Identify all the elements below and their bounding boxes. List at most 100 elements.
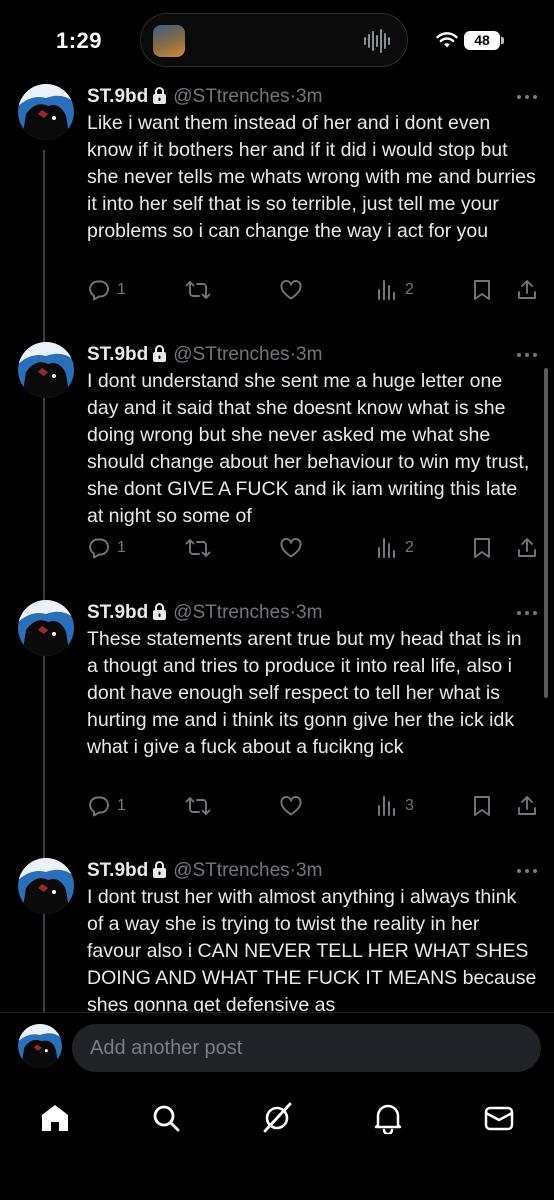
repost-icon bbox=[185, 281, 211, 299]
bookmark-button[interactable] bbox=[471, 534, 493, 562]
repost-icon bbox=[185, 539, 211, 557]
display-name[interactable]: ST.9bd bbox=[87, 860, 148, 881]
reply-button[interactable]: 1 bbox=[87, 792, 126, 820]
status-time: 1:29 bbox=[56, 28, 103, 53]
nav-home[interactable] bbox=[27, 1090, 83, 1146]
reply-icon bbox=[89, 796, 109, 817]
like-icon bbox=[280, 280, 302, 300]
views-button[interactable]: 2 bbox=[375, 534, 414, 562]
like-icon bbox=[280, 538, 302, 558]
grok-icon bbox=[263, 1102, 292, 1133]
avatar[interactable] bbox=[18, 84, 74, 140]
share-icon bbox=[518, 796, 536, 815]
reply-icon bbox=[89, 280, 109, 301]
post-header: ST.9bd @STtrenches·3m bbox=[87, 601, 322, 625]
repost-button[interactable] bbox=[185, 792, 211, 820]
scrollbar[interactable] bbox=[544, 368, 548, 698]
reply-button[interactable]: 1 bbox=[87, 276, 126, 304]
home-icon bbox=[42, 1105, 68, 1131]
views-button[interactable]: 2 bbox=[375, 276, 414, 304]
handle[interactable]: @STtrenches bbox=[173, 344, 289, 365]
nav-search[interactable] bbox=[138, 1090, 194, 1146]
display-name[interactable]: ST.9bd bbox=[87, 602, 148, 623]
handle[interactable]: @STtrenches bbox=[173, 86, 289, 107]
status-bar: 1:29 48 bbox=[0, 0, 554, 74]
share-button[interactable] bbox=[515, 534, 539, 562]
thread-post[interactable]: ST.9bd @STtrenches·3m Like i want them in… bbox=[0, 74, 554, 332]
repost-icon bbox=[185, 797, 211, 815]
post-text: I dont trust her with almost anything i … bbox=[87, 886, 537, 1016]
share-icon bbox=[518, 538, 536, 557]
wifi-icon bbox=[436, 32, 458, 48]
nav-notifications[interactable] bbox=[360, 1090, 416, 1146]
timestamp[interactable]: 3m bbox=[296, 860, 322, 881]
more-icon[interactable] bbox=[516, 868, 538, 874]
bottom-nav bbox=[0, 1090, 554, 1150]
reply-icon bbox=[89, 538, 109, 559]
views-count: 2 bbox=[405, 281, 414, 298]
views-icon bbox=[378, 796, 395, 816]
repost-button[interactable] bbox=[185, 276, 211, 304]
post-header: ST.9bd @STtrenches·3m bbox=[87, 343, 322, 367]
lock-icon bbox=[153, 345, 167, 362]
post-actions: 1 2 bbox=[87, 276, 547, 304]
timestamp[interactable]: 3m bbox=[296, 602, 322, 623]
like-icon bbox=[280, 796, 302, 816]
avatar[interactable] bbox=[18, 342, 74, 398]
views-icon bbox=[378, 280, 395, 300]
like-button[interactable] bbox=[279, 792, 303, 820]
post-actions: 1 3 bbox=[87, 792, 547, 820]
lock-icon bbox=[153, 87, 167, 104]
repost-button[interactable] bbox=[185, 534, 211, 562]
views-button[interactable]: 3 bbox=[375, 792, 414, 820]
timestamp[interactable]: 3m bbox=[296, 86, 322, 107]
views-count: 3 bbox=[405, 797, 414, 814]
like-button[interactable] bbox=[279, 276, 303, 304]
dynamic-island[interactable] bbox=[140, 13, 408, 67]
search-icon bbox=[153, 1105, 180, 1132]
now-playing-thumbnail-icon bbox=[153, 25, 185, 57]
lock-icon bbox=[153, 861, 167, 878]
bookmark-button[interactable] bbox=[471, 792, 493, 820]
divider bbox=[0, 1012, 554, 1013]
notifications-icon bbox=[374, 1104, 402, 1134]
more-icon[interactable] bbox=[516, 94, 538, 100]
views-count: 2 bbox=[405, 539, 414, 556]
avatar[interactable] bbox=[18, 858, 74, 914]
share-button[interactable] bbox=[515, 276, 539, 304]
display-name[interactable]: ST.9bd bbox=[87, 86, 148, 107]
like-button[interactable] bbox=[279, 534, 303, 562]
nav-messages[interactable] bbox=[471, 1090, 527, 1146]
thread-post[interactable]: ST.9bd @STtrenches·3m I dont understand s… bbox=[0, 332, 554, 590]
lock-icon bbox=[153, 603, 167, 620]
messages-icon bbox=[484, 1106, 514, 1131]
timestamp[interactable]: 3m bbox=[296, 344, 322, 365]
reply-count: 1 bbox=[117, 539, 126, 556]
avatar[interactable] bbox=[18, 600, 74, 656]
nav-grok[interactable] bbox=[249, 1090, 305, 1146]
bookmark-icon bbox=[474, 280, 490, 300]
reply-count: 1 bbox=[117, 281, 126, 298]
more-icon[interactable] bbox=[516, 352, 538, 358]
thread-post[interactable]: ST.9bd @STtrenches·3m These statements ar… bbox=[0, 590, 554, 848]
battery-nub bbox=[501, 37, 504, 44]
share-button[interactable] bbox=[515, 792, 539, 820]
audio-waveform-icon bbox=[364, 29, 390, 53]
post-text: I dont understand she sent me a huge let… bbox=[87, 370, 530, 527]
display-name[interactable]: ST.9bd bbox=[87, 344, 148, 365]
handle[interactable]: @STtrenches bbox=[173, 602, 289, 623]
post-header: ST.9bd @STtrenches·3m bbox=[87, 859, 322, 883]
views-icon bbox=[378, 538, 395, 558]
bookmark-button[interactable] bbox=[471, 276, 493, 304]
post-actions: 1 2 bbox=[87, 534, 547, 562]
battery-icon: 48 bbox=[464, 31, 500, 50]
post-text: Like i want them instead of her and i do… bbox=[87, 112, 536, 242]
handle[interactable]: @STtrenches bbox=[173, 860, 289, 881]
bookmark-icon bbox=[474, 538, 490, 558]
reply-button[interactable]: 1 bbox=[87, 534, 126, 562]
bookmark-icon bbox=[474, 796, 490, 816]
more-icon[interactable] bbox=[516, 610, 538, 616]
add-post-input[interactable]: Add another post bbox=[72, 1024, 541, 1072]
post-header: ST.9bd @STtrenches·3m bbox=[87, 85, 322, 109]
reply-count: 1 bbox=[117, 797, 126, 814]
